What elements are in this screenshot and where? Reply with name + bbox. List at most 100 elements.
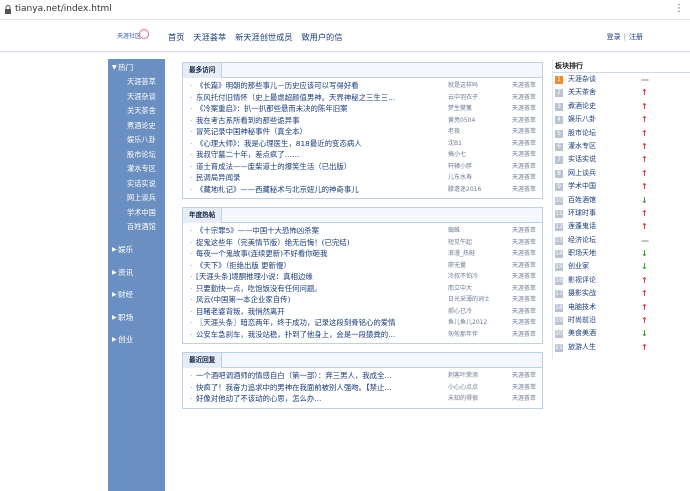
post-author-link[interactable]: 梦生樊篱 bbox=[448, 103, 504, 115]
post-board-link[interactable]: 天涯荟萃 bbox=[512, 393, 536, 405]
rank-board-link[interactable]: 天涯杂谈 bbox=[568, 73, 596, 86]
post-author-link[interactable]: 浪漫_热鲑 bbox=[448, 248, 504, 260]
post-author-link[interactable]: 廖无量 bbox=[448, 260, 504, 272]
menu-dots-icon[interactable]: ⋮ bbox=[674, 4, 684, 14]
ranking-item[interactable]: 4 娱乐八卦 ↑ bbox=[553, 113, 690, 126]
rank-board-link[interactable]: 百姓酒馆 bbox=[568, 194, 596, 207]
post-author-link[interactable]: 黄亮0504 bbox=[448, 115, 504, 127]
post-board-link[interactable]: 天涯荟萃 bbox=[512, 225, 536, 237]
sidebar-section-news[interactable]: ▶ 资讯 bbox=[108, 266, 165, 280]
post-board-link[interactable]: 天涯荟萃 bbox=[512, 260, 536, 272]
sidebar-item[interactable]: 股市论坛 bbox=[108, 148, 165, 163]
post-author-link[interactable]: 云中羽衣子 bbox=[448, 92, 504, 104]
sidebar-section-hot[interactable]: ▼ 热门 bbox=[108, 61, 165, 75]
post-title-link[interactable]: 我在考古系所看到的那些诡异事 bbox=[196, 115, 452, 127]
ranking-item[interactable]: 6 灌水专区 ↑ bbox=[553, 140, 690, 153]
post-title-link[interactable]: 道士育成法——废柴道士的爆笑生活（已出版） bbox=[196, 161, 452, 173]
post-author-link[interactable]: 匆匆那年伴 bbox=[448, 329, 504, 341]
post-board-link[interactable]: 天涯荟萃 bbox=[512, 115, 536, 127]
panel-title[interactable]: 最多访问 bbox=[183, 63, 223, 78]
post-author-link[interactable]: 郝心已冷 bbox=[448, 306, 504, 318]
post-title-link[interactable]: 我叔守墓二十年，差点疯了…… bbox=[196, 149, 452, 161]
post-title-link[interactable]: 只要勤快一点，吃饱饭没有任何问题。 bbox=[196, 283, 452, 295]
post-board-link[interactable]: 天涯荟萃 bbox=[512, 329, 536, 341]
post-board-link[interactable]: 天涯荟萃 bbox=[512, 382, 536, 394]
post-author-link[interactable]: 就是这样吗 bbox=[448, 80, 504, 92]
url-text[interactable]: tianya.net/index.html bbox=[15, 4, 112, 14]
rank-board-link[interactable]: 职场天地 bbox=[568, 247, 596, 260]
post-board-link[interactable]: 天涯荟萃 bbox=[512, 172, 536, 184]
ranking-item[interactable]: 20 美食美酒 ↓ bbox=[553, 327, 690, 340]
post-board-link[interactable]: 天涯荟萃 bbox=[512, 248, 536, 260]
post-board-link[interactable]: 天涯荟萃 bbox=[512, 317, 536, 329]
post-author-link[interactable]: 小心心点点 bbox=[448, 382, 504, 394]
ranking-item[interactable]: 16 影视评论 ↑ bbox=[553, 274, 690, 287]
post-board-link[interactable]: 天涯荟萃 bbox=[512, 306, 536, 318]
ranking-item[interactable]: 8 网上谈兵 ↑ bbox=[553, 167, 690, 180]
panel-title[interactable]: 年度热帖 bbox=[183, 208, 223, 223]
rank-board-link[interactable]: 莲蓬鬼话 bbox=[568, 220, 596, 233]
ranking-item[interactable]: 15 创业家 ↓ bbox=[553, 260, 690, 273]
post-author-link[interactable]: 蜘蛛 bbox=[448, 225, 504, 237]
rank-board-link[interactable]: 环球时事 bbox=[568, 207, 596, 220]
sidebar-item[interactable]: 娱乐八卦 bbox=[108, 133, 165, 148]
ranking-item[interactable]: 11 环球时事 ↑ bbox=[553, 207, 690, 220]
ranking-item[interactable]: 14 职场天地 ↓ bbox=[553, 247, 690, 260]
post-title-link[interactable]: 好像对他动了不该动的心思，怎么办... bbox=[196, 393, 452, 405]
post-board-link[interactable]: 天涯荟萃 bbox=[512, 92, 536, 104]
rank-board-link[interactable]: 学术中国 bbox=[568, 180, 596, 193]
post-author-link[interactable]: 沈B1 bbox=[448, 138, 504, 150]
sidebar-item[interactable]: 实话实说 bbox=[108, 177, 165, 192]
post-author-link[interactable]: 滕遗迷2016 bbox=[448, 184, 504, 196]
post-title-link[interactable]: 目睹老婆背叛，我悄然离开 bbox=[196, 306, 452, 318]
ranking-item[interactable]: 12 莲蓬鬼话 ↑ bbox=[553, 220, 690, 233]
register-link[interactable]: 注册 bbox=[629, 33, 643, 41]
rank-board-link[interactable]: 旅游人生 bbox=[568, 341, 596, 354]
sidebar-section-startup[interactable]: ▶ 创业 bbox=[108, 333, 165, 347]
post-title-link[interactable]: 冒死记录中国神秘事件（真全本） bbox=[196, 126, 452, 138]
post-board-link[interactable]: 天涯荟萃 bbox=[512, 149, 536, 161]
post-author-link[interactable]: 而立中大 bbox=[448, 283, 504, 295]
rank-board-link[interactable]: 煮酒论史 bbox=[568, 100, 596, 113]
post-title-link[interactable]: 《藏地札记》——西藏秘术与北京妞儿的神奇事儿 bbox=[196, 184, 452, 196]
post-title-link[interactable]: 风云(中国第一本企业家自传) bbox=[196, 294, 452, 306]
post-title-link[interactable]: 《冷案重启》：扒一扒那些悬而未决的陈年旧案 bbox=[196, 103, 452, 115]
post-board-link[interactable]: 天涯荟萃 bbox=[512, 103, 536, 115]
ranking-item[interactable]: 7 实话实说 ↑ bbox=[553, 153, 690, 166]
ranking-item[interactable]: 3 煮酒论史 ↑ bbox=[553, 100, 690, 113]
post-author-link[interactable]: 儿东水寿 bbox=[448, 172, 504, 184]
sidebar-section-career[interactable]: ▶ 职场 bbox=[108, 311, 165, 325]
rank-board-link[interactable]: 电脑技术 bbox=[568, 301, 596, 314]
nav-home[interactable]: 首页 bbox=[168, 31, 184, 43]
nav-founding-members[interactable]: 新天涯创世成员 bbox=[235, 31, 292, 43]
rank-board-link[interactable]: 股市论坛 bbox=[568, 127, 596, 140]
rank-board-link[interactable]: 影视评论 bbox=[568, 274, 596, 287]
rank-board-link[interactable]: 时尚前沿 bbox=[568, 314, 596, 327]
panel-title[interactable]: 最近回复 bbox=[183, 353, 223, 368]
sidebar-item[interactable]: 学术中国 bbox=[108, 206, 165, 221]
ranking-item[interactable]: 9 学术中国 ↑ bbox=[553, 180, 690, 193]
post-title-link[interactable]: 公安车急刹车，我没站稳，扑到了他身上，会是一段猿粪的... bbox=[196, 329, 452, 341]
post-author-link[interactable]: 日光采薄的词士 bbox=[448, 294, 504, 306]
rank-board-link[interactable]: 摄影实战 bbox=[568, 287, 596, 300]
post-author-link[interactable]: 冷叔不怕冷 bbox=[448, 271, 504, 283]
post-board-link[interactable]: 天涯荟萃 bbox=[512, 294, 536, 306]
post-board-link[interactable]: 天涯荟萃 bbox=[512, 283, 536, 295]
post-title-link[interactable]: 每夜一个鬼故事(连续更新)不好看你砸我 bbox=[196, 248, 452, 260]
nav-tianya-huicui[interactable]: 天涯荟萃 bbox=[193, 31, 226, 43]
post-title-link[interactable]: 〖天涯头条〗暗恋两年，终于成功，记录这段刻骨铭心的爱情 bbox=[196, 317, 452, 329]
rank-board-link[interactable]: 灌水专区 bbox=[568, 140, 596, 153]
rank-board-link[interactable]: 关天茶舍 bbox=[568, 86, 596, 99]
post-author-link[interactable]: 未知的得很 bbox=[448, 393, 504, 405]
rank-board-link[interactable]: 网上谈兵 bbox=[568, 167, 596, 180]
ranking-item[interactable]: 10 百姓酒馆 ↓ bbox=[553, 194, 690, 207]
sidebar-item[interactable]: 天涯荟萃 bbox=[108, 75, 165, 90]
post-board-link[interactable]: 天涯荟萃 bbox=[512, 370, 536, 382]
post-author-link[interactable]: 鱼儿鱼儿2012 bbox=[448, 317, 504, 329]
rank-board-link[interactable]: 美食美酒 bbox=[568, 327, 596, 340]
post-title-link[interactable]: 《十宗罪5》——中国十大恐怖凶杀案 bbox=[196, 225, 452, 237]
post-title-link[interactable]: 东风托付旧情怀（史上最虐超颜值男神。天界神秘之三生三... bbox=[196, 92, 452, 104]
post-board-link[interactable]: 天涯荟萃 bbox=[512, 161, 536, 173]
ranking-item[interactable]: 21 旅游人生 ↑ bbox=[553, 341, 690, 354]
ranking-item[interactable]: 2 关天茶舍 ↑ bbox=[553, 86, 690, 99]
